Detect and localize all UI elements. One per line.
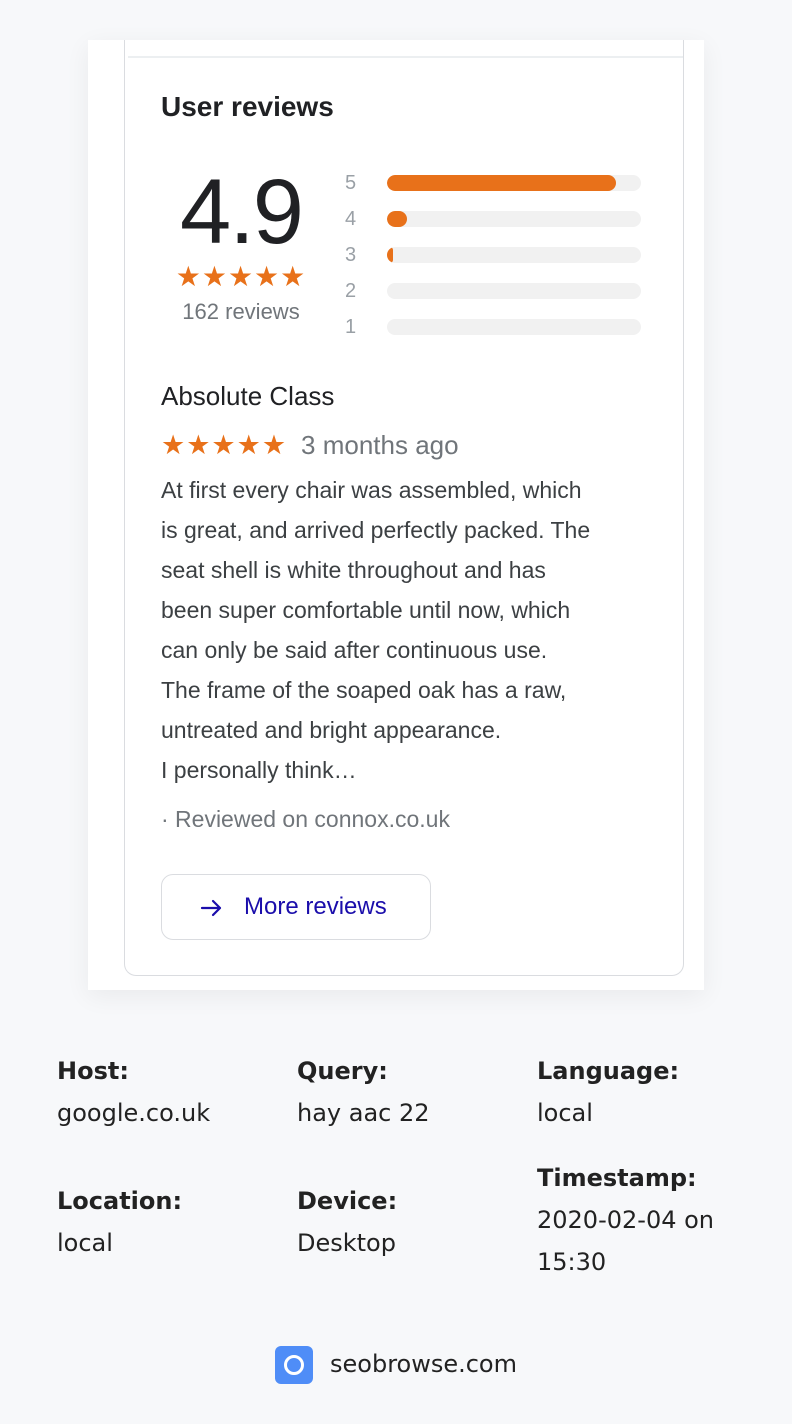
distribution-track [387,319,641,335]
distribution-fill [387,211,407,227]
timestamp-field: Timestamp: 2020-02-04 on 15:30 [537,1157,714,1283]
review-meta: ★★★★★ 3 months ago [161,429,459,466]
seobrowse-logo-icon [275,1346,313,1384]
review-text-line: I personally think… [161,757,357,783]
review-text-line: been super comfortable until now, which [161,597,571,623]
query-value: hay aac 22 [297,1099,430,1127]
rating-stars: ★★★★★ [175,261,307,292]
location-label: Location: [57,1187,183,1215]
review-text-line: can only be said after continuous use. [161,637,548,663]
distribution-track [387,175,641,191]
review-text-line: At first every chair was assembled, whic… [161,477,582,503]
search-result-screenshot: User reviews 4.9 ★★★★★ 162 reviews 5 4 3 [88,40,704,990]
distribution-label: 2 [345,280,357,302]
distribution-label: 4 [345,208,357,230]
distribution-track [387,211,641,227]
distribution-track [387,283,641,299]
distribution-row: 5 [345,170,645,206]
timestamp-value-time: 15:30 [537,1248,607,1276]
reviews-heading: User reviews [161,91,334,122]
distribution-row: 1 [345,314,645,350]
device-label: Device: [297,1187,398,1215]
review-text-line: untreated and bright appearance. [161,717,502,743]
review-text-line: seat shell is white throughout and has [161,557,546,583]
query-field: Query: hay aac 22 [297,1050,430,1134]
device-value: Desktop [297,1229,396,1257]
review-text-line: is great, and arrived perfectly packed. … [161,517,591,543]
review-date: 3 months ago [301,430,459,460]
distribution-fill [387,247,393,263]
review-stars: ★★★★★ [161,430,288,460]
location-field: Location: local [57,1180,182,1264]
language-field: Language: local [537,1050,679,1134]
timestamp-value-date: 2020-02-04 on [537,1206,714,1234]
timestamp-label: Timestamp: [537,1164,697,1192]
user-reviews-card: User reviews 4.9 ★★★★★ 162 reviews 5 4 3 [124,40,684,976]
device-field: Device: Desktop [297,1180,397,1264]
distribution-track [387,247,641,263]
brand-name: seobrowse.com [330,1350,517,1378]
review-count: 162 reviews [182,299,300,324]
distribution-label: 1 [345,316,357,338]
review-title: Absolute Class [161,381,335,411]
average-rating: 4.9 [180,161,304,263]
distribution-row: 2 [345,278,645,314]
distribution-row: 3 [345,242,645,278]
distribution-row: 4 [345,206,645,242]
more-reviews-button[interactable]: More reviews [161,874,431,940]
language-label: Language: [537,1057,680,1085]
host-value: google.co.uk [57,1099,211,1127]
host-field: Host: google.co.uk [57,1050,210,1134]
review-text-line: The frame of the soaped oak has a raw, [161,677,567,703]
distribution-label: 3 [345,244,357,266]
language-value: local [537,1099,593,1127]
distribution-fill [387,175,616,191]
brand-footer: seobrowse.com [275,1344,535,1384]
arrow-right-icon [200,899,222,917]
review-text: At first every chair was assembled, whic… [161,470,681,790]
review-source: · Reviewed on connox.co.uk [161,806,450,832]
more-reviews-label: More reviews [244,893,387,920]
distribution-label: 5 [345,172,357,194]
location-value: local [57,1229,113,1257]
rating-summary: 4.9 ★★★★★ 162 reviews [165,162,317,326]
query-label: Query: [297,1057,388,1085]
host-label: Host: [57,1057,129,1085]
